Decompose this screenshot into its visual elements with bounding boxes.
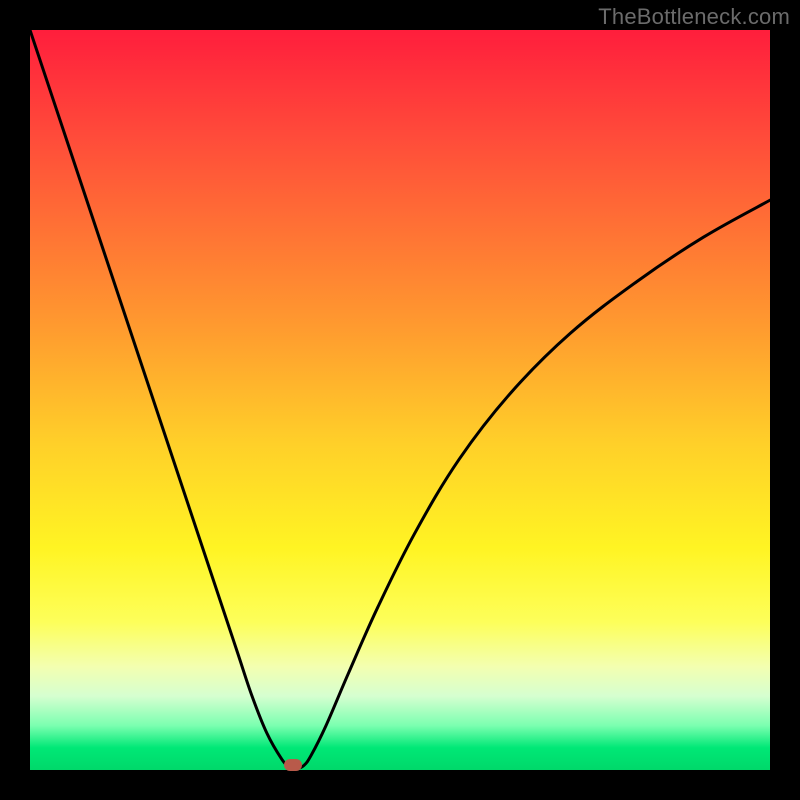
optimal-marker xyxy=(284,759,302,771)
curve-svg xyxy=(30,30,770,770)
bottleneck-curve xyxy=(30,30,770,769)
watermark-text: TheBottleneck.com xyxy=(598,4,790,30)
chart-frame: TheBottleneck.com xyxy=(0,0,800,800)
plot-area xyxy=(30,30,770,770)
